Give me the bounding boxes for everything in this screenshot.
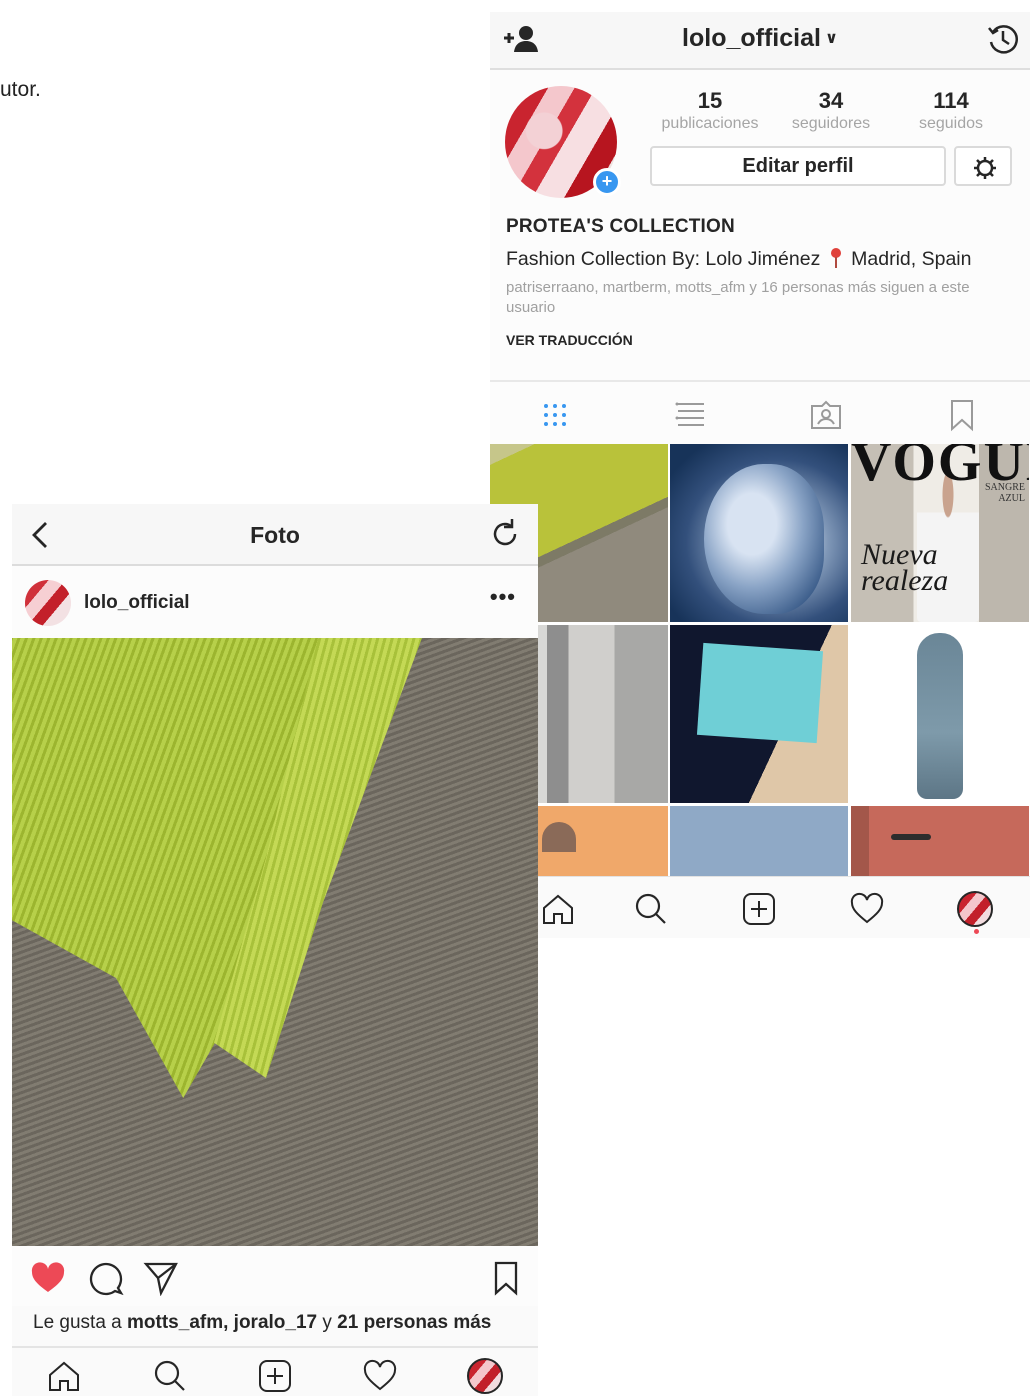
post-user-row: lolo_official ••• <box>12 566 538 638</box>
profile-view-tabs <box>490 380 1030 444</box>
heart-icon[interactable] <box>849 891 885 927</box>
share-icon[interactable] <box>143 1260 179 1296</box>
grid-post[interactable] <box>670 444 848 622</box>
stat-followers-label: seguidores <box>791 115 871 132</box>
photo-title: Foto <box>250 522 300 548</box>
background-text-fragment: utor. <box>0 78 41 101</box>
chevron-down-icon: ∨ <box>824 30 838 47</box>
magazine-headline: Nueva realeza <box>861 538 949 597</box>
post-actions <box>12 1246 538 1306</box>
magazine-side-text: SANGRE AZUL <box>984 482 1025 504</box>
sticky-note-image <box>696 642 824 744</box>
profile-header: lolo_official ∨ <box>490 12 1030 70</box>
grid-post[interactable] <box>670 806 848 876</box>
heart-filled-icon[interactable] <box>30 1260 66 1296</box>
add-story-plus-icon[interactable]: + <box>593 168 621 196</box>
gear-icon <box>974 157 996 179</box>
post-avatar[interactable] <box>25 580 71 626</box>
grid-post[interactable] <box>851 625 1029 803</box>
bio-description: Fashion Collection By: Lolo Jiménez <box>506 248 821 270</box>
more-options-icon[interactable]: ••• <box>490 584 516 610</box>
photo-bottom-nav <box>12 1346 538 1396</box>
bio-name: PROTEA'S COLLECTION <box>506 216 735 237</box>
profile-screen: lolo_official ∨ + 15 publicaciones 34 seg… <box>490 12 1030 938</box>
location-pin-icon <box>830 248 841 268</box>
notification-dot <box>974 929 979 934</box>
followed-by-text[interactable]: patriserraano, martberm, motts_afm y 16 … <box>506 278 1006 318</box>
stat-following-count: 114 <box>933 88 969 113</box>
heart-icon[interactable] <box>362 1358 398 1394</box>
grid-post[interactable]: VOGUE SANGRE AZUL Nueva realeza <box>851 444 1029 622</box>
stat-followers-count: 34 <box>818 88 844 113</box>
grid-icon[interactable] <box>538 398 572 432</box>
posts-grid: VOGUE SANGRE AZUL Nueva realeza <box>490 444 1030 876</box>
dome-image <box>542 822 576 852</box>
profile-username-dropdown[interactable]: lolo_official ∨ <box>490 24 1030 53</box>
bookmark-icon[interactable] <box>945 398 979 432</box>
stat-posts[interactable]: 15 publicaciones <box>645 88 775 133</box>
bio-text: Fashion Collection By: Lolo Jiménez Madr… <box>506 248 972 271</box>
likes-connector: y <box>317 1312 338 1333</box>
edit-profile-button[interactable]: Editar perfil <box>650 146 946 186</box>
grid-post[interactable] <box>670 625 848 803</box>
settings-button[interactable] <box>954 146 1012 186</box>
photo-header: Foto <box>12 504 538 566</box>
likes-users: motts_afm, joralo_17 <box>127 1312 318 1333</box>
profile-nav-avatar[interactable] <box>467 1358 503 1394</box>
grid-post[interactable] <box>851 806 1029 876</box>
likes-text[interactable]: Le gusta a motts_afm, joralo_17 y 21 per… <box>33 1312 491 1334</box>
photo-screen: Foto lolo_official ••• Le gusta a motts_… <box>12 504 538 1396</box>
stat-posts-count: 15 <box>697 88 723 113</box>
post-image[interactable] <box>12 638 538 1246</box>
search-icon[interactable] <box>633 891 669 927</box>
profile-nav-avatar[interactable] <box>957 891 993 927</box>
tagged-icon[interactable] <box>809 398 843 432</box>
profile-info: + 15 publicaciones 34 seguidores 114 seg… <box>490 70 1030 380</box>
search-icon[interactable] <box>152 1358 188 1394</box>
see-translation-link[interactable]: VER TRADUCCIÓN <box>506 332 633 348</box>
profile-username: lolo_official <box>682 24 821 52</box>
stat-followers[interactable]: 34 seguidores <box>766 88 896 133</box>
bio-location: Madrid, Spain <box>851 248 972 270</box>
door-handle-image <box>891 834 931 840</box>
stat-following[interactable]: 114 seguidos <box>886 88 1016 133</box>
home-icon[interactable] <box>46 1358 82 1394</box>
dress-image <box>917 633 963 799</box>
likes-count: 21 personas más <box>337 1312 492 1333</box>
stat-following-label: seguidos <box>918 115 984 132</box>
likes-prefix: Le gusta a <box>33 1312 128 1333</box>
profile-bottom-nav <box>490 876 1030 938</box>
list-icon[interactable] <box>674 398 708 432</box>
post-username[interactable]: lolo_official <box>84 592 190 614</box>
stat-posts-label: publicaciones <box>661 115 759 132</box>
comment-icon[interactable] <box>88 1260 124 1296</box>
statue-head-image <box>704 464 824 614</box>
history-icon[interactable] <box>986 22 1020 56</box>
bookmark-icon[interactable] <box>488 1260 524 1296</box>
home-icon[interactable] <box>540 891 576 927</box>
add-post-icon[interactable] <box>741 891 777 927</box>
refresh-icon[interactable] <box>488 517 522 551</box>
add-post-icon[interactable] <box>257 1358 293 1394</box>
